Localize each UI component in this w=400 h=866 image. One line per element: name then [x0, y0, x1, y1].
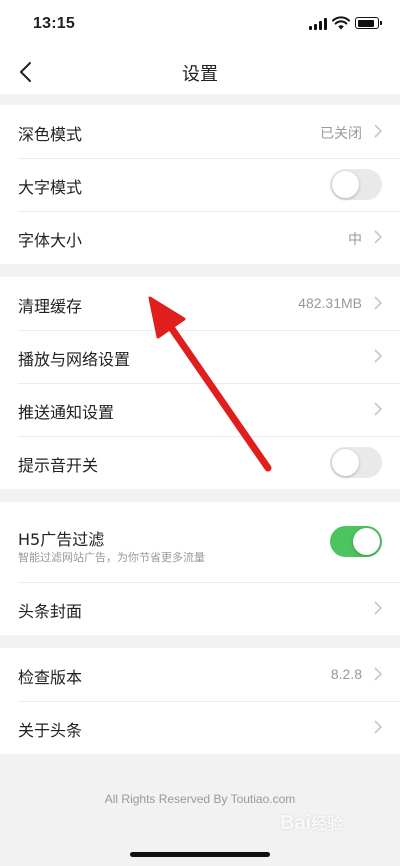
chevron-right-icon [374, 230, 382, 244]
settings-group-general: 清理缓存 482.31MB 播放与网络设置 推送通知设置 提示音开关 [0, 277, 400, 489]
chevron-right-icon [374, 402, 382, 416]
row-value: 中 [348, 231, 362, 247]
chevron-right-icon [374, 124, 382, 138]
row-label: 头条封面 [18, 602, 83, 621]
chevron-right-icon [374, 349, 382, 363]
row-h5-ad-filter: H5广告过滤 智能过滤网站广告，为你节省更多流量 [0, 502, 400, 582]
row-font-size[interactable]: 字体大小 中 [0, 211, 400, 264]
row-sound-switch: 提示音开关 [0, 436, 400, 489]
home-indicator [130, 852, 270, 857]
watermark-logo: Bai经验 [280, 812, 344, 834]
sound-toggle[interactable] [330, 447, 382, 478]
chevron-right-icon [374, 720, 382, 734]
h5-ad-filter-toggle[interactable] [330, 526, 382, 557]
row-about[interactable]: 关于头条 [0, 701, 400, 754]
footer-copyright: All Rights Reserved By Toutiao.com [104, 792, 296, 806]
nav-bar: 设置 [0, 50, 400, 94]
row-label: 深色模式 [18, 125, 83, 144]
toggle-knob [332, 171, 359, 198]
row-large-text: 大字模式 [0, 158, 400, 211]
row-value: 8.2.8 [330, 666, 362, 682]
row-subtitle: 智能过滤网站广告，为你节省更多流量 [18, 551, 205, 564]
settings-group-display: 深色模式 已关闭 大字模式 字体大小 中 [0, 105, 400, 264]
row-label: 清理缓存 [18, 297, 83, 316]
status-time: 13:15 [33, 15, 75, 32]
row-label: 提示音开关 [18, 456, 99, 475]
toggle-knob [332, 449, 359, 476]
chevron-right-icon [374, 296, 382, 310]
chevron-right-icon [374, 667, 382, 681]
row-value: 482.31MB [298, 295, 362, 311]
chevron-right-icon [374, 601, 382, 615]
row-label: 关于头条 [18, 721, 83, 740]
row-dark-mode[interactable]: 深色模式 已关闭 [0, 105, 400, 158]
settings-group-content: H5广告过滤 智能过滤网站广告，为你节省更多流量 头条封面 [0, 502, 400, 635]
row-playback-network[interactable]: 播放与网络设置 [0, 330, 400, 383]
battery-icon [355, 17, 382, 29]
row-check-version[interactable]: 检查版本 8.2.8 [0, 648, 400, 701]
row-label: H5广告过滤 [18, 530, 105, 549]
row-push-notifications[interactable]: 推送通知设置 [0, 383, 400, 436]
row-label: 播放与网络设置 [18, 350, 131, 369]
cellular-signal-icon [309, 18, 327, 30]
status-bar: 13:15 [0, 0, 400, 50]
row-label: 检查版本 [18, 668, 83, 687]
wifi-icon [332, 16, 350, 30]
settings-group-about: 检查版本 8.2.8 关于头条 [0, 648, 400, 754]
page-title: 设置 [182, 64, 218, 85]
row-value: 已关闭 [320, 125, 362, 141]
row-label: 大字模式 [18, 178, 83, 197]
row-label: 推送通知设置 [18, 403, 115, 422]
row-clear-cache[interactable]: 清理缓存 482.31MB [0, 277, 400, 330]
row-label: 字体大小 [18, 231, 83, 250]
row-headline-cover[interactable]: 头条封面 [0, 582, 400, 635]
large-text-toggle[interactable] [330, 169, 382, 200]
toggle-knob [353, 528, 380, 555]
